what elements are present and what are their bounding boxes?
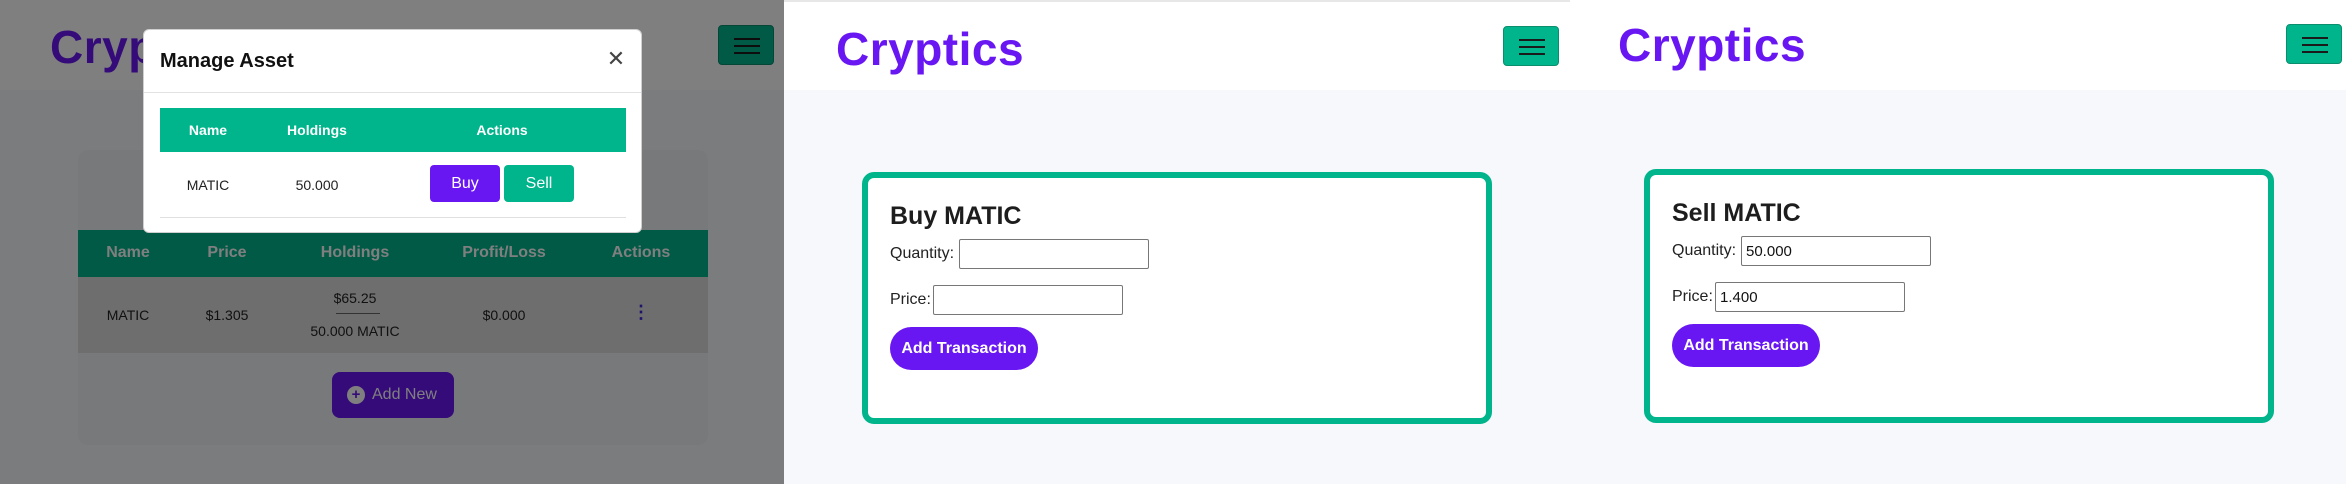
modal-header-divider	[144, 92, 641, 93]
quantity-label: Quantity:	[890, 245, 955, 262]
buy-panel: Cryptics Buy MATIC Quantity: Price: Add …	[784, 0, 1570, 484]
modal-asset-holdings: 50.000	[295, 177, 339, 193]
sell-panel: Cryptics Sell MATIC Quantity: Price: Add…	[1570, 0, 2346, 484]
add-transaction-button[interactable]: Add Transaction	[890, 327, 1038, 370]
quantity-input[interactable]	[959, 239, 1149, 269]
navbar: Cryptics	[784, 2, 1570, 90]
modal-column-name: Name	[188, 122, 228, 138]
brand-logo[interactable]: Cryptics	[836, 22, 1024, 76]
modal-column-holdings: Holdings	[287, 122, 347, 138]
sell-form-card: Sell MATIC Quantity: Price: Add Transact…	[1644, 169, 2274, 423]
menu-toggle-button[interactable]	[2286, 24, 2342, 64]
manage-asset-table: Name Holdings Actions MATIC 50.000 Buy S…	[160, 108, 626, 218]
dashboard-panel: Cryptics Name Price Holdings Profit/Loss…	[0, 0, 784, 484]
modal-table-row: MATIC 50.000 Buy Sell	[160, 152, 626, 218]
close-icon[interactable]: ✕	[605, 48, 627, 70]
quantity-label: Quantity:	[1672, 242, 1737, 259]
manage-asset-modal: Manage Asset ✕ Name Holdings Actions MAT…	[143, 29, 642, 233]
price-label: Price:	[1672, 288, 1713, 305]
modal-asset-name: MATIC	[186, 177, 230, 193]
modal-table-header: Name Holdings Actions	[160, 108, 626, 152]
quantity-input[interactable]	[1741, 236, 1931, 266]
hamburger-icon	[2302, 37, 2328, 39]
price-label: Price:	[890, 291, 931, 308]
hamburger-icon	[1519, 39, 1545, 41]
price-input[interactable]	[933, 285, 1123, 315]
sell-button[interactable]: Sell	[504, 165, 574, 202]
sell-form-title: Sell MATIC	[1672, 199, 1801, 227]
navbar: Cryptics	[1570, 0, 2346, 90]
add-transaction-button[interactable]: Add Transaction	[1672, 324, 1820, 367]
menu-toggle-button[interactable]	[1503, 26, 1559, 66]
price-input[interactable]	[1715, 282, 1905, 312]
brand-logo[interactable]: Cryptics	[1618, 18, 1806, 72]
modal-title: Manage Asset	[160, 50, 294, 72]
buy-form-title: Buy MATIC	[890, 202, 1022, 230]
buy-button[interactable]: Buy	[430, 165, 500, 202]
buy-form-card: Buy MATIC Quantity: Price: Add Transacti…	[862, 172, 1492, 424]
modal-column-actions: Actions	[476, 122, 528, 138]
